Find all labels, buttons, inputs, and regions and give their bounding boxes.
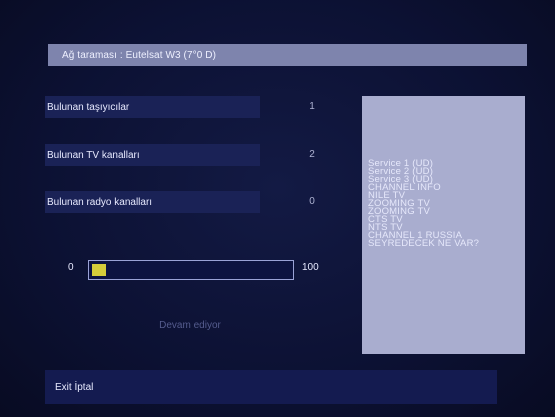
carriers-found-value: 1 — [309, 101, 315, 112]
carriers-found-label: Bulunan taşıyıcılar — [47, 101, 130, 113]
tv-screen: Ağ taraması : Eutelsat W3 (7°0 D) Buluna… — [0, 0, 555, 417]
exit-cancel-hint[interactable]: Exit İptal — [55, 382, 93, 393]
found-channels-panel: Service 1 (UD) Service 2 (UD) Service 3 (U… — [362, 96, 525, 354]
footer-bar: Exit İptal — [45, 370, 497, 404]
carriers-found-row: Bulunan taşıyıcılar — [45, 96, 260, 118]
title-bar: Ağ taraması : Eutelsat W3 (7°0 D) — [48, 44, 527, 66]
tv-channels-found-row: Bulunan TV kanalları — [45, 144, 260, 166]
radio-channels-found-label: Bulunan radyo kanalları — [47, 196, 153, 208]
scan-status-text: Devam ediyor — [159, 320, 221, 331]
progress-max-label: 100 — [302, 262, 319, 273]
channel-list-item: SEYREDECEK NE VAR? — [368, 238, 480, 249]
radio-channels-found-value: 0 — [309, 196, 315, 207]
progress-min-label: 0 — [68, 262, 74, 273]
page-title: Ağ taraması : Eutelsat W3 (7°0 D) — [62, 49, 217, 61]
scan-progress-bar — [88, 260, 294, 280]
scan-progress-fill — [92, 264, 106, 276]
channel-list: Service 1 (UD) Service 2 (UD) Service 3 (U… — [368, 159, 518, 249]
tv-channels-found-value: 2 — [309, 149, 315, 160]
tv-channels-found-label: Bulunan TV kanalları — [47, 149, 140, 161]
radio-channels-found-row: Bulunan radyo kanalları — [45, 191, 260, 213]
